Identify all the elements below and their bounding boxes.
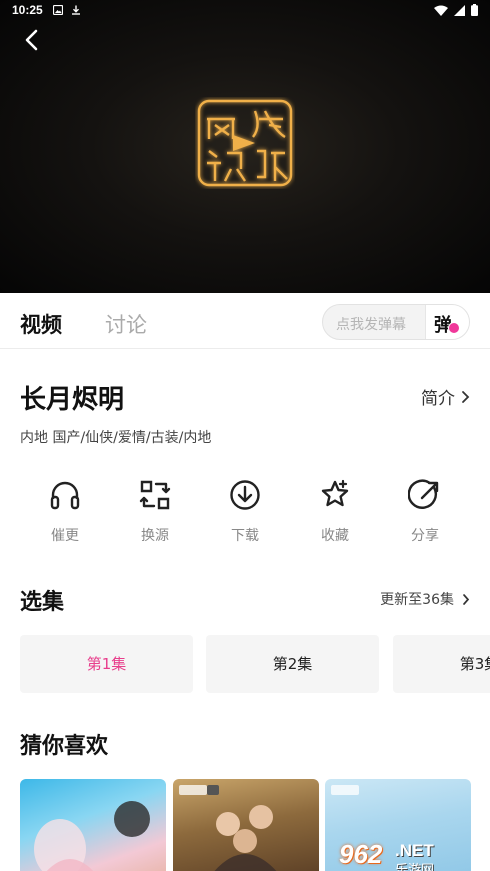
download-icon (230, 480, 260, 510)
watermark-site: 乐游网 (395, 863, 435, 871)
status-time: 10:25 (12, 3, 43, 17)
poster-image (34, 801, 150, 871)
recommend-poster[interactable] (173, 779, 319, 871)
episodes-title: 选集 (20, 590, 65, 615)
danmu-toggle-button[interactable]: 弹 (425, 305, 469, 339)
network-video-logo (197, 99, 293, 187)
site-watermark: 962 .NET 乐游网 (335, 839, 465, 871)
recommend-poster[interactable] (20, 779, 166, 871)
action-urge-update[interactable]: 催更 (20, 478, 110, 550)
video-player[interactable]: 10:25 (0, 0, 490, 293)
headphones-icon (50, 481, 80, 510)
image-notification-icon (52, 5, 63, 15)
episodes-update-link[interactable]: 更新至36集 (380, 589, 470, 609)
show-title: 长月烬明 (20, 385, 125, 415)
action-label: 催更 (51, 528, 79, 544)
recommend-list: 962 .NET 乐游网 (20, 779, 490, 871)
status-bar: 10:25 (0, 0, 490, 20)
danmu-input[interactable]: 点我发弹幕 弹 (322, 304, 470, 340)
action-download[interactable]: 下载 (200, 478, 290, 550)
switch-source-icon (139, 480, 171, 510)
wifi-icon (434, 5, 448, 16)
status-right (434, 4, 478, 16)
episode-item[interactable]: 第3集 (393, 635, 490, 693)
poster-image (214, 805, 277, 871)
intro-label: 简介 (421, 389, 455, 409)
watermark-net: .NET (395, 841, 434, 860)
recommend-title: 猜你喜欢 (20, 734, 109, 759)
watermark-number: 962 (339, 839, 383, 869)
tab-bar: 视频 讨论 点我发弹幕 弹 (0, 293, 490, 349)
chevron-right-icon (463, 593, 470, 605)
signal-icon (454, 4, 465, 16)
action-bar: 催更 换源 下载 收藏 分享 (20, 478, 470, 550)
action-label: 下载 (231, 528, 259, 544)
update-text: 更新至36集 (380, 592, 454, 608)
danmu-placeholder[interactable]: 点我发弹幕 (336, 314, 406, 334)
action-switch-source[interactable]: 换源 (110, 478, 200, 550)
intro-link[interactable]: 简介 (421, 384, 470, 409)
page: 10:25 视频 讨论 点我发弹幕 弹 长月烬明 简介 内地 国产/仙侠/爱情/… (0, 0, 490, 871)
back-icon[interactable] (18, 26, 46, 54)
tab-video[interactable]: 视频 (20, 309, 62, 339)
action-favorite[interactable]: 收藏 (290, 478, 380, 550)
star-icon (321, 479, 349, 507)
battery-icon (471, 4, 478, 16)
action-share[interactable]: 分享 (380, 478, 470, 550)
episode-list: 第1集 第2集 第3集 (20, 635, 490, 693)
show-tags: 内地 国产/仙侠/爱情/古装/内地 (20, 430, 212, 446)
tab-discuss[interactable]: 讨论 (105, 309, 147, 339)
download-notification-icon (71, 5, 80, 15)
recommend-poster[interactable]: 962 .NET 乐游网 (325, 779, 471, 871)
action-label: 换源 (141, 528, 169, 544)
episode-item[interactable]: 第1集 (20, 635, 193, 693)
share-icon (408, 479, 439, 509)
chevron-right-icon (462, 390, 470, 403)
action-label: 收藏 (321, 528, 349, 544)
danmu-check-icon (448, 322, 460, 334)
episode-item[interactable]: 第2集 (206, 635, 379, 693)
platform-badge (331, 785, 359, 795)
action-label: 分享 (411, 528, 439, 544)
